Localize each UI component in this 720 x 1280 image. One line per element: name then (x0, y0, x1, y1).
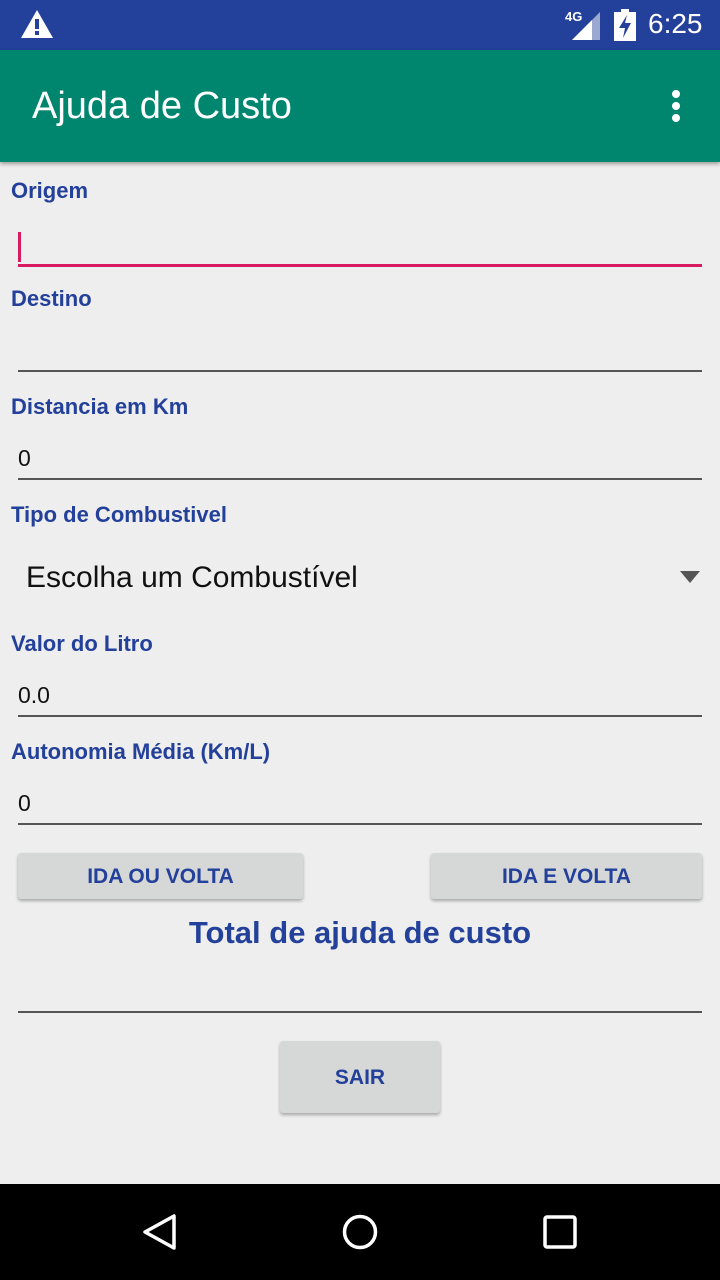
status-bar: 4G 6:25 (0, 0, 720, 50)
distancia-input[interactable]: 0 (18, 432, 702, 480)
app-title: Ajuda de Custo (32, 85, 292, 127)
autonomia-input[interactable]: 0 (18, 777, 702, 825)
overflow-menu-icon[interactable] (660, 86, 692, 126)
battery-charging-icon (614, 9, 636, 41)
back-icon[interactable] (140, 1212, 180, 1252)
autonomia-label: Autonomia Média (Km/L) (11, 739, 271, 764)
warning-icon (21, 10, 53, 38)
distancia-value: 0 (18, 445, 31, 471)
destino-label: Destino (11, 286, 92, 311)
dropdown-arrow-icon (680, 571, 700, 583)
combustivel-spinner[interactable]: Escolha um Combustível (26, 555, 706, 605)
ida-ou-volta-button[interactable]: IDA OU VOLTA (18, 853, 303, 899)
sair-button[interactable]: SAIR (280, 1041, 440, 1113)
home-icon[interactable] (340, 1212, 380, 1252)
autonomia-value: 0 (18, 790, 31, 816)
total-output (18, 965, 702, 1013)
origem-input[interactable] (18, 218, 702, 267)
valor-litro-label: Valor do Litro (11, 631, 153, 656)
navigation-bar (0, 1184, 720, 1280)
combustivel-label: Tipo de Combustivel (11, 502, 227, 527)
network-type-label: 4G (565, 9, 583, 24)
ida-e-volta-button[interactable]: IDA E VOLTA (431, 853, 702, 899)
app-bar: Ajuda de Custo (0, 50, 720, 162)
total-title: Total de ajuda de custo (188, 915, 532, 950)
text-cursor (18, 232, 21, 262)
combustivel-selected: Escolha um Combustível (26, 561, 358, 594)
recents-icon[interactable] (542, 1214, 578, 1250)
origem-label: Origem (11, 178, 89, 203)
destino-input[interactable] (18, 324, 702, 372)
status-clock: 6:25 (648, 8, 703, 39)
distancia-label: Distancia em Km (11, 394, 189, 419)
valor-litro-input[interactable]: 0.0 (18, 669, 702, 717)
valor-litro-value: 0.0 (18, 682, 50, 708)
